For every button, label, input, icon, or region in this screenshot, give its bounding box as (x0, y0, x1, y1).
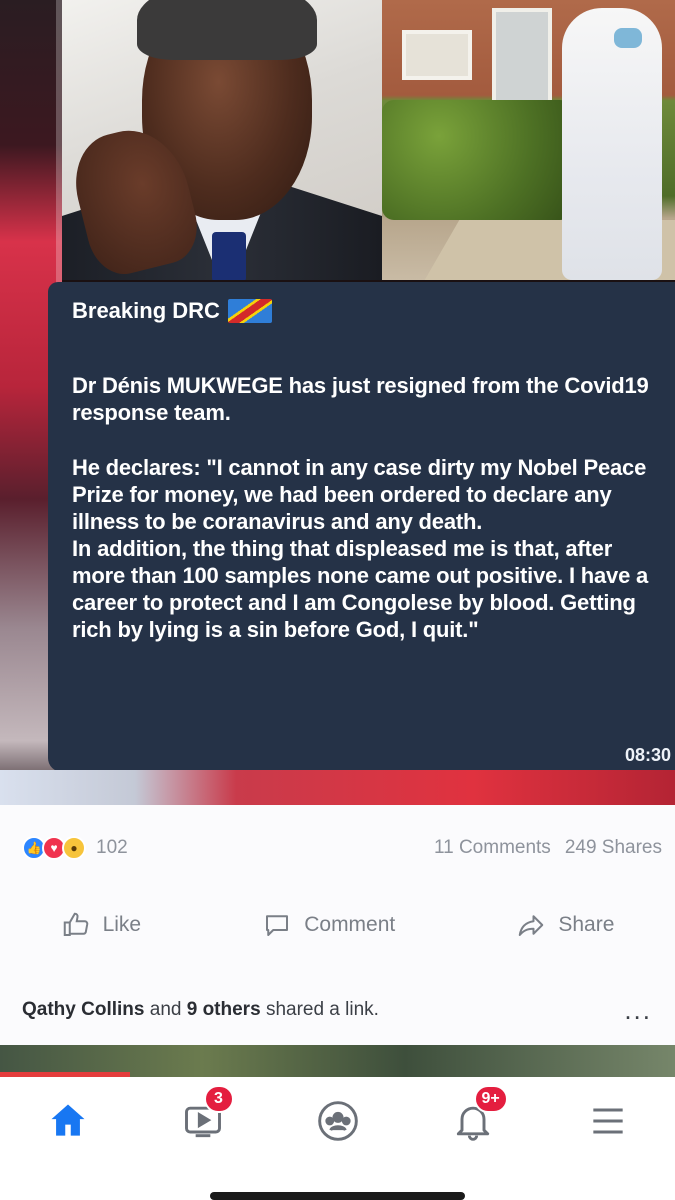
next-post-preview[interactable] (0, 1045, 675, 1077)
message-caption-panel: Breaking DRC Dr Dénis MUKWEGE has just r… (48, 282, 675, 772)
message-paragraph-2: He declares: "I cannot in any case dirty… (72, 455, 647, 534)
message-timestamp: 08:30 (624, 745, 671, 765)
shares-count[interactable]: 249 Shares (565, 837, 662, 859)
more-options-icon[interactable]: ... (624, 995, 652, 1026)
sharer-name[interactable]: Qathy Collins (22, 999, 144, 1020)
comment-bubble-icon (266, 915, 289, 936)
facebook-feed-screen: Breaking DRC Dr Dénis MUKWEGE has just r… (0, 0, 675, 1200)
reactions-row: 👍 ♥ ● 102 11 Comments 249 Shares (22, 833, 662, 863)
shared-link-text: Qathy Collins and 9 others shared a link… (22, 999, 379, 1021)
walking-person-photo (382, 0, 675, 280)
connector-text: and (149, 999, 182, 1020)
share-arrow-icon (519, 915, 544, 936)
post-stats: 11 Comments 249 Shares (434, 837, 662, 859)
nav-notifications[interactable]: 9+ (438, 1085, 508, 1151)
share-label: Share (558, 913, 615, 936)
groups-icon (317, 1101, 358, 1141)
portrait-photo (62, 0, 382, 280)
others-link[interactable]: 9 others (187, 999, 261, 1020)
post-card: 👍 ♥ ● 102 11 Comments 249 Shares Like Co… (0, 805, 675, 1055)
reaction-count: 102 (96, 837, 128, 858)
headline-text: Breaking DRC (72, 298, 220, 323)
home-icon (51, 1104, 84, 1136)
thumbs-up-icon (63, 912, 88, 936)
notifications-badge: 9+ (473, 1085, 508, 1113)
share-button[interactable]: Share (516, 910, 614, 940)
bottom-navigation-bar: 3 9+ (0, 1077, 675, 1200)
nav-watch[interactable]: 3 (168, 1085, 238, 1151)
home-indicator (210, 1192, 465, 1200)
message-paragraph-1: Dr Dénis MUKWEGE has just resigned from … (72, 373, 649, 425)
message-paragraph-3: In addition, the thing that displeased m… (72, 536, 649, 642)
shared-suffix: shared a link. (265, 999, 379, 1020)
shared-link-note: Qathy Collins and 9 others shared a link… (22, 995, 652, 1025)
comment-button[interactable]: Comment (262, 910, 395, 940)
nav-groups[interactable] (303, 1091, 373, 1151)
headline: Breaking DRC (72, 298, 665, 324)
like-label: Like (102, 913, 142, 936)
nav-home[interactable] (33, 1091, 103, 1151)
comments-count[interactable]: 11 Comments (434, 837, 551, 859)
image-bottom-band (0, 770, 675, 805)
reaction-summary[interactable]: 👍 ♥ ● 102 (22, 836, 128, 860)
like-button[interactable]: Like (61, 910, 142, 940)
watch-badge: 3 (203, 1085, 234, 1113)
nav-menu[interactable] (573, 1091, 643, 1151)
drc-flag-icon (227, 299, 272, 323)
shared-post-image[interactable]: Breaking DRC Dr Dénis MUKWEGE has just r… (0, 0, 675, 805)
post-action-row: Like Comment Share (0, 900, 675, 950)
hamburger-menu-icon (592, 1108, 623, 1134)
wow-icon: ● (62, 836, 86, 860)
comment-label: Comment (304, 913, 396, 936)
